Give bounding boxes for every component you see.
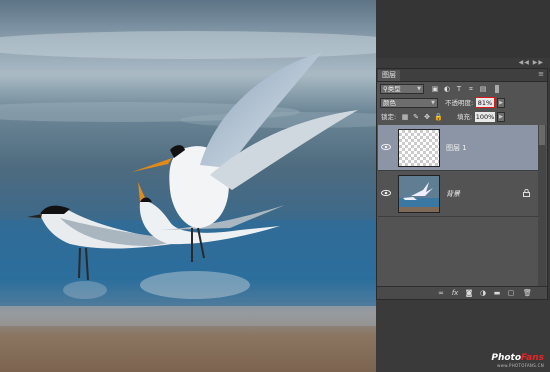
layer-name[interactable]: 背景 [446, 189, 460, 199]
birds-photo [0, 0, 376, 372]
lock-all-icon[interactable]: 🔒 [434, 113, 443, 121]
watermark-logo: PhotoFans [491, 353, 544, 363]
fill-label: 填充: [457, 113, 473, 121]
blend-mode-select[interactable]: 颜色 ▼ [380, 98, 438, 108]
filter-row: ⚲类型 ▼ ▣ ◐ T ⌗ ▤ [377, 83, 547, 97]
dock-empty-area [376, 0, 550, 58]
lock-label: 锁定: [381, 113, 397, 121]
layer-row-layer1[interactable]: 图层 1 [378, 125, 538, 171]
layers-scrollbar[interactable] [538, 125, 546, 293]
layer-row-background[interactable]: 背景 [378, 171, 538, 217]
image-filter-icon[interactable]: ▣ [431, 85, 439, 93]
panel-tab-bar: 图层 ≡ [377, 69, 547, 82]
adjustment-filter-icon[interactable]: ◐ [443, 85, 451, 93]
scrollbar-thumb[interactable] [539, 125, 545, 145]
lock-brush-icon[interactable]: ✎ [412, 113, 420, 121]
chevron-right-icon: ▶ [499, 100, 503, 106]
filter-kind-select[interactable]: ⚲类型 ▼ [380, 84, 424, 94]
filter-toggle-switch[interactable] [495, 85, 499, 93]
lock-transparent-icon[interactable]: ▦ [401, 113, 409, 121]
collapse-panels-icon[interactable]: ◀◀ ▶▶ [519, 59, 544, 66]
new-layer-icon[interactable]: ▢ [507, 289, 515, 297]
opacity-label: 不透明度: [445, 99, 474, 107]
opacity-dropdown[interactable]: ▶ [497, 98, 505, 108]
watermark-brand-b: Fans [521, 353, 544, 363]
fill-field[interactable]: 100% [475, 112, 495, 122]
add-mask-icon[interactable]: ◙ [465, 289, 473, 297]
chevron-down-icon: ▼ [431, 100, 435, 106]
filter-kind-label: 类型 [387, 85, 401, 93]
watermark-brand-a: Photo [491, 353, 522, 363]
chevron-down-icon: ▼ [417, 86, 421, 92]
eye-icon[interactable] [381, 143, 391, 151]
delete-icon[interactable]: 🗑 [523, 289, 532, 297]
shape-filter-icon[interactable]: ⌗ [467, 85, 475, 93]
tab-layers[interactable]: 图层 [378, 70, 400, 81]
layer-name[interactable]: 图层 1 [446, 143, 467, 153]
lock-row: 锁定: ▦ ✎ ✥ 🔒 填充: 100% ▶ [377, 111, 547, 125]
new-group-icon[interactable]: ▬ [493, 289, 501, 297]
blend-mode-label: 颜色 [383, 99, 396, 107]
smart-object-filter-icon[interactable]: ▤ [479, 85, 487, 93]
photo-canvas[interactable] [0, 0, 376, 372]
opacity-field[interactable]: 81% [475, 97, 495, 108]
lock-icon [523, 189, 530, 197]
layers-panel: 图层 ≡ ⚲类型 ▼ ▣ ◐ T ⌗ ▤ 颜色 ▼ 不透明度: 81% ▶ 锁定: … [376, 68, 548, 300]
adjustment-layer-icon[interactable]: ◑ [479, 289, 487, 297]
panel-menu-icon[interactable]: ≡ [538, 70, 544, 78]
eye-icon[interactable] [381, 189, 391, 197]
lock-move-icon[interactable]: ✥ [423, 113, 431, 121]
panel-footer: ∞ fx ◙ ◑ ▬ ▢ 🗑 [377, 286, 547, 299]
blend-row: 颜色 ▼ 不透明度: 81% ▶ [377, 97, 547, 111]
watermark: PhotoFans www.PHOTOFANS.CN [491, 353, 544, 368]
fx-icon[interactable]: fx [451, 289, 459, 297]
layer-thumbnail-photo [398, 175, 440, 213]
watermark-url: www.PHOTOFANS.CN [497, 363, 544, 368]
layers-list: 图层 1 背景 [378, 125, 538, 293]
type-filter-icon[interactable]: T [455, 85, 463, 93]
layer-thumbnail-transparent [398, 129, 440, 167]
chevron-right-icon: ▶ [499, 114, 503, 120]
link-layers-icon[interactable]: ∞ [437, 289, 445, 297]
fill-dropdown[interactable]: ▶ [497, 112, 505, 122]
